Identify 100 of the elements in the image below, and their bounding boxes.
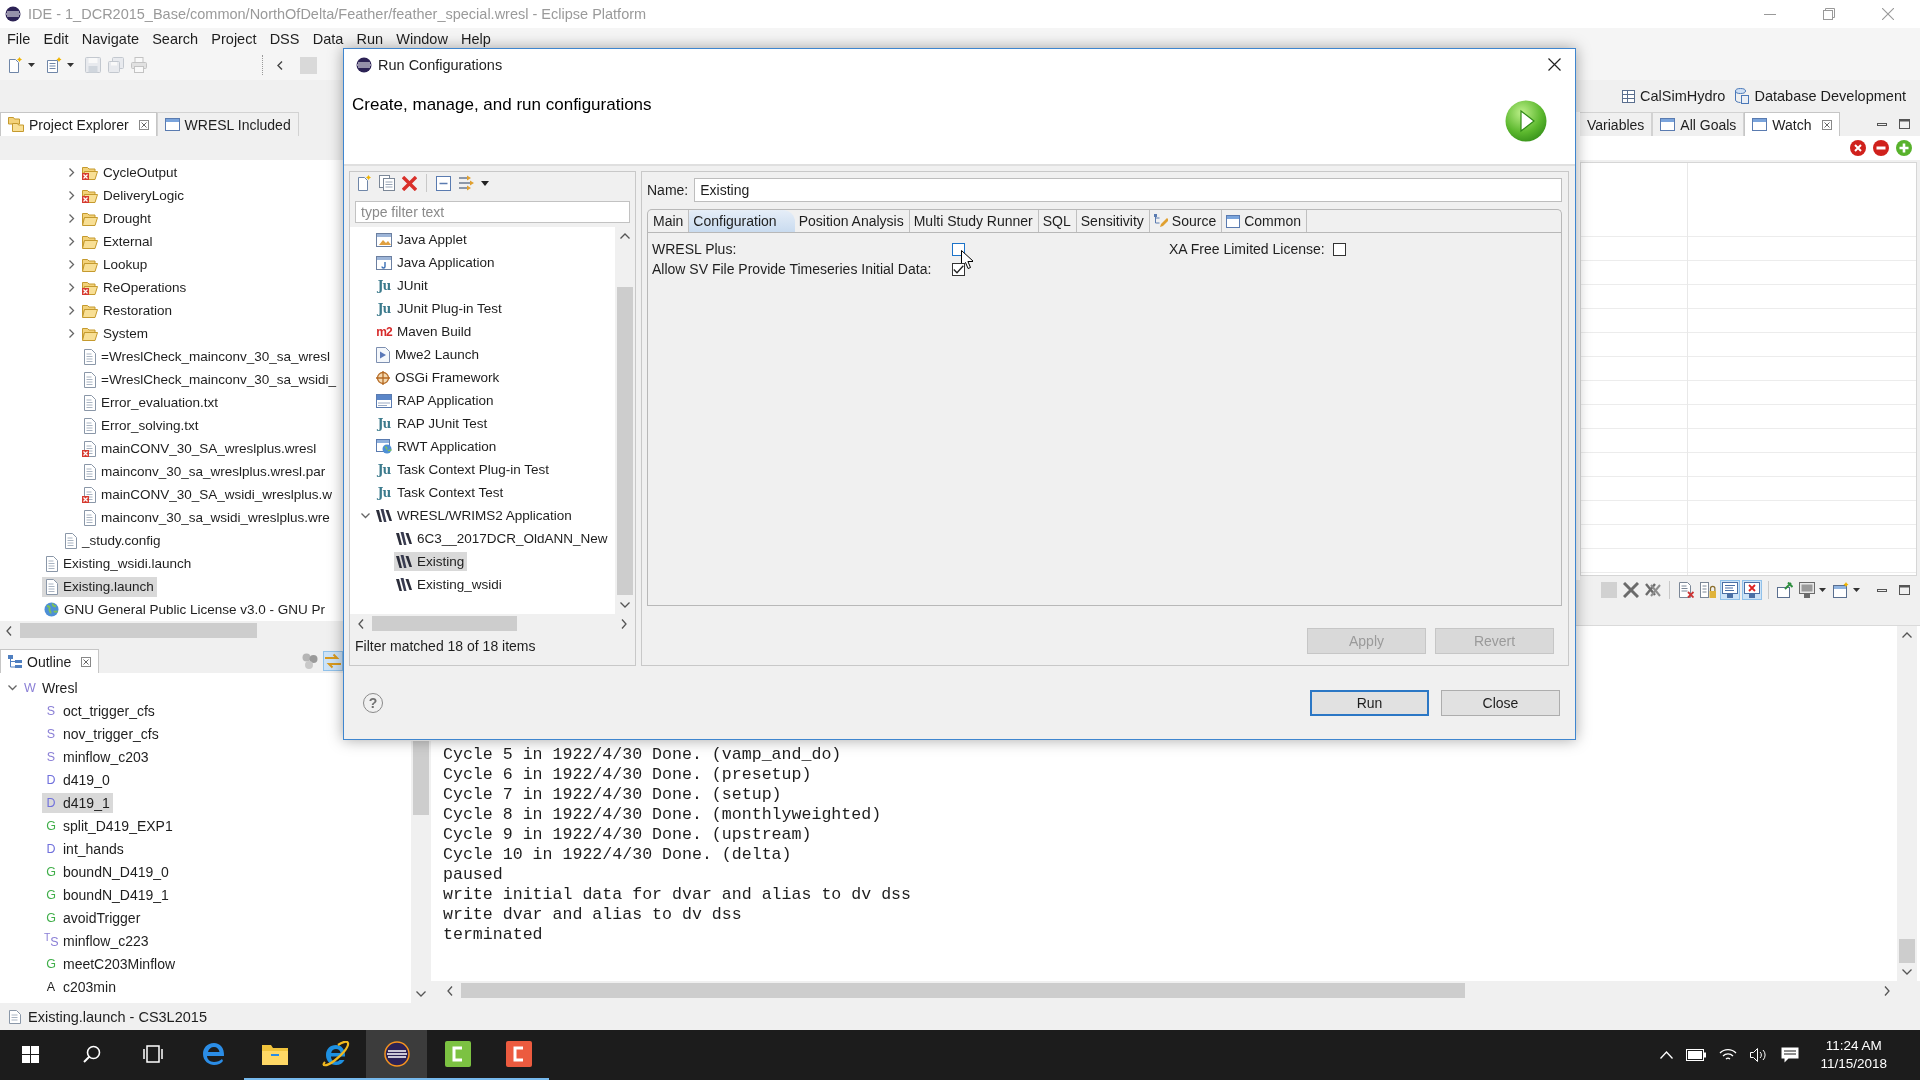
tab[interactable]: Position Analysis [794, 210, 910, 232]
chevron-right-icon[interactable] [66, 306, 76, 315]
perspective-button[interactable]: Database Development [1735, 88, 1906, 104]
close-icon[interactable] [1548, 58, 1561, 71]
outline-item[interactable]: D d419_1 [42, 792, 113, 813]
tab[interactable]: Configuration [689, 210, 795, 232]
e-orbit-icon[interactable] [321, 1041, 350, 1067]
striped-circle-icon[interactable] [383, 1041, 410, 1067]
tree-item[interactable]: WRESL/WRIMS2 Application [374, 506, 575, 525]
notification-icon[interactable] [1781, 1047, 1800, 1063]
scrollbar-thumb[interactable] [372, 616, 517, 631]
tree-item[interactable]: Existing [394, 552, 468, 571]
tab[interactable]: SQL [1038, 210, 1077, 232]
tab[interactable]: Sensitivity [1076, 210, 1150, 232]
chevron-left-icon[interactable] [6, 625, 12, 636]
tree-item[interactable]: Ju JUnit [374, 276, 431, 295]
tree-item[interactable]: GNU General Public License v3.0 - GNU Pr [42, 600, 329, 619]
checkbox[interactable] [1332, 243, 1346, 256]
tab[interactable]: Multi Study Runner [909, 210, 1039, 232]
scrollbar-thumb[interactable] [20, 623, 257, 638]
lock-icon[interactable] [1700, 582, 1716, 598]
caret-icon[interactable] [67, 63, 74, 67]
dots-icon[interactable] [302, 653, 318, 669]
tree-item[interactable]: Ju Task Context Test [374, 483, 507, 502]
chevron-left-icon[interactable] [447, 985, 453, 996]
chevron-down-icon[interactable] [416, 991, 426, 997]
chevron-down-icon[interactable] [360, 511, 370, 520]
chevron-right-icon[interactable] [66, 329, 76, 338]
chevron-right-icon[interactable] [66, 237, 76, 246]
tree-item[interactable]: m2 Maven Build [374, 322, 475, 341]
tab[interactable]: Watch [1744, 112, 1840, 136]
chevron-right-icon[interactable] [66, 283, 76, 292]
caret-icon[interactable] [28, 63, 35, 67]
outline-item[interactable]: S minflow_c203 [42, 746, 152, 767]
taskbar-button[interactable] [366, 1030, 427, 1080]
clear-icon[interactable] [1678, 582, 1694, 598]
outline-item[interactable]: $^{T}$S minflow_c223 [42, 929, 152, 952]
chevron-right-icon[interactable] [66, 191, 76, 200]
chevron-down-icon[interactable] [620, 602, 630, 608]
tree-item[interactable]: Existing_wsidi.launch [42, 553, 195, 574]
outline-item[interactable]: G split_D419_EXP1 [42, 815, 176, 836]
tree-item[interactable]: mainconv_30_sa_wreslplus.wresl.par [80, 461, 329, 482]
close-button[interactable]: Close [1441, 689, 1560, 716]
clock[interactable]: 11:24 AM 11/15/2018 [1820, 1037, 1887, 1073]
new-window-icon[interactable] [1833, 582, 1849, 598]
chevron-right-icon[interactable] [1884, 985, 1890, 996]
console-error-icon[interactable] [1742, 580, 1762, 600]
tree-item[interactable]: 6C3__2017DCR_OldANN_New [394, 529, 611, 548]
tree-item[interactable]: =WreslCheck_mainconv_30_sa_wresl [80, 346, 333, 367]
wifi-icon[interactable] [1719, 1048, 1738, 1062]
remove-icon[interactable] [1873, 140, 1889, 156]
tree-item[interactable]: Lookup [80, 255, 151, 274]
caret-icon[interactable] [1819, 588, 1826, 592]
menu-item[interactable]: Data [306, 30, 350, 48]
menu-item[interactable]: File [0, 30, 37, 48]
menu-item[interactable]: Run [349, 30, 390, 48]
new-page-icon[interactable] [46, 57, 62, 73]
outline-item[interactable]: D d419_0 [42, 769, 113, 790]
tree-item[interactable]: External [80, 232, 156, 251]
menu-item[interactable]: Search [145, 30, 205, 48]
chevron-down-icon[interactable] [7, 683, 17, 692]
scrollbar[interactable] [411, 741, 431, 1003]
tab[interactable]: Project Explorer [0, 112, 157, 136]
tree-item[interactable]: OSGi Framework [374, 368, 503, 387]
tree-item[interactable]: Java Applet [374, 230, 470, 249]
tree-item[interactable]: =WreslCheck_mainconv_30_sa_wsidi_ [80, 369, 339, 390]
menu-item[interactable]: DSS [263, 30, 307, 48]
e-swirl-icon[interactable] [201, 1042, 226, 1066]
outline-item[interactable]: G meetC203Minflow [42, 953, 179, 974]
tree-item[interactable]: Drought [80, 209, 155, 228]
scrollbar-thumb[interactable] [617, 286, 633, 595]
minimize-icon[interactable] [1764, 13, 1776, 15]
scrollbar[interactable] [1897, 626, 1917, 981]
checkbox[interactable] [952, 263, 965, 276]
collapse-all-icon[interactable] [436, 175, 451, 191]
chevron-right-icon[interactable] [66, 168, 76, 177]
duplicate-icon[interactable] [379, 175, 395, 191]
chevron-left-icon[interactable] [277, 60, 283, 70]
remove-icon[interactable] [1623, 582, 1639, 598]
outline-item[interactable]: S oct_trigger_cfs [42, 700, 158, 721]
tree-item[interactable]: Existing_wsidi [394, 575, 505, 594]
chevron-left-icon[interactable] [358, 618, 364, 629]
search-icon[interactable] [82, 1045, 101, 1063]
outline-item[interactable]: G avoidTrigger [42, 907, 144, 928]
scrollbar-thumb[interactable] [413, 741, 429, 815]
maximize-icon[interactable] [1899, 119, 1910, 129]
tree-item[interactable]: Existing.launch [42, 576, 157, 597]
bracket-tile-icon[interactable] [505, 1041, 532, 1067]
new-file-icon[interactable] [7, 57, 23, 73]
tab[interactable]: Common [1222, 210, 1307, 232]
minimize-icon[interactable] [1877, 122, 1887, 126]
tab[interactable]: Outline [0, 649, 100, 673]
maximize-icon[interactable] [1899, 585, 1910, 595]
battery-icon[interactable] [1686, 1049, 1707, 1061]
outline-item[interactable]: S nov_trigger_cfs [42, 723, 162, 744]
task-view-icon[interactable] [142, 1045, 163, 1063]
scrollbar-thumb[interactable] [1899, 939, 1915, 963]
tree-item[interactable]: mainCONV_30_SA_wreslplus.wresl [80, 438, 320, 459]
chevron-right-icon[interactable] [621, 618, 627, 629]
add-icon[interactable] [1896, 140, 1912, 156]
